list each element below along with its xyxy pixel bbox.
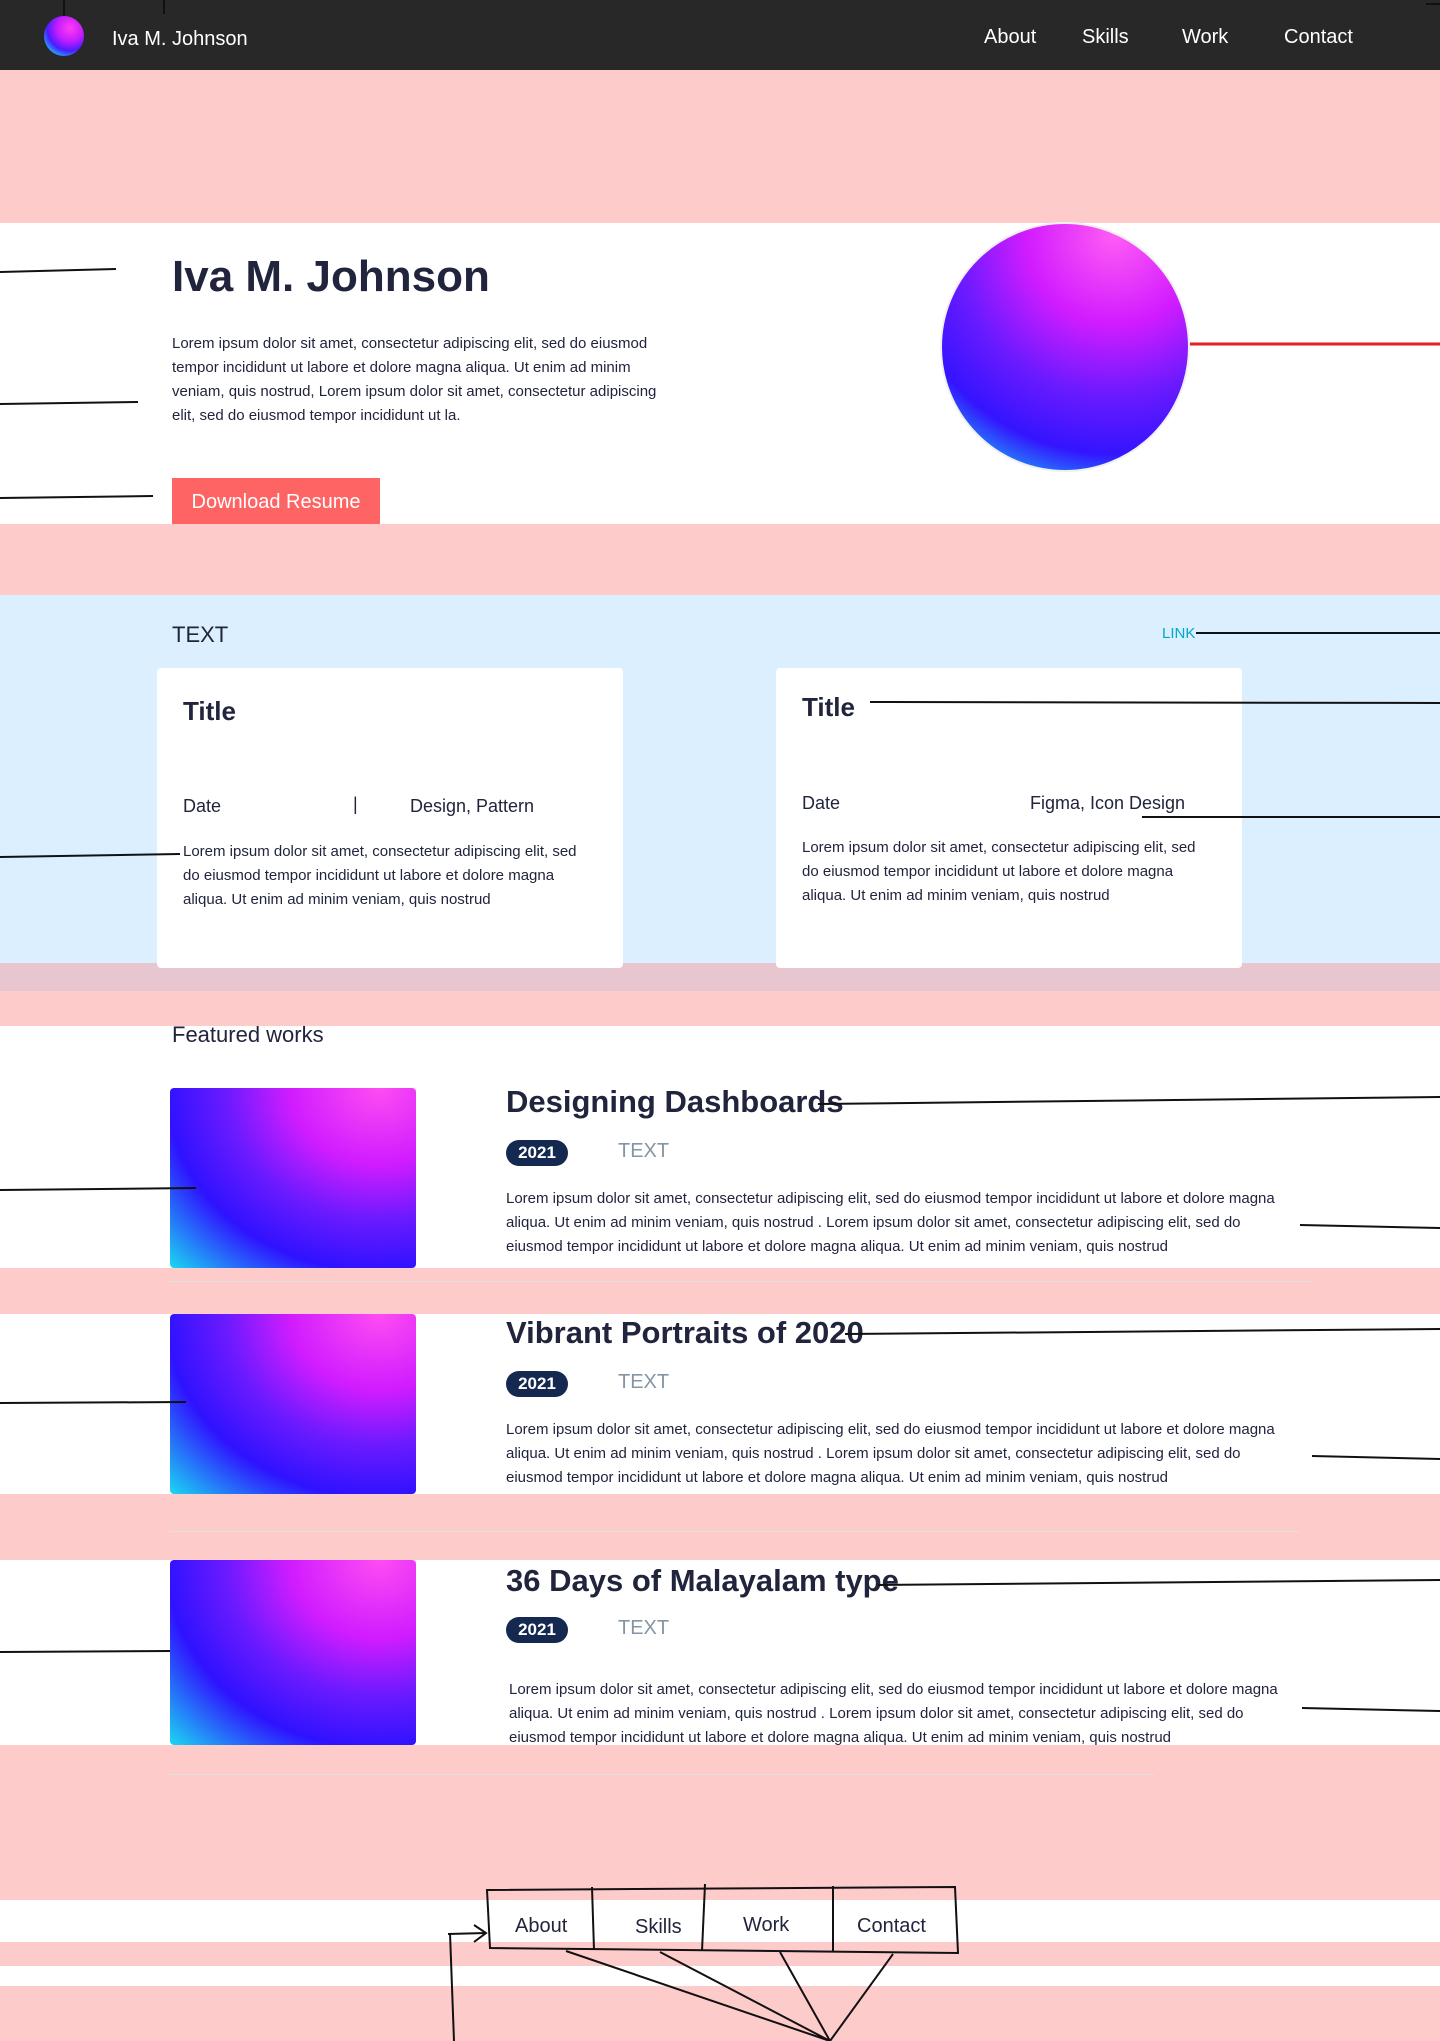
annotation-lines — [0, 0, 1440, 2041]
